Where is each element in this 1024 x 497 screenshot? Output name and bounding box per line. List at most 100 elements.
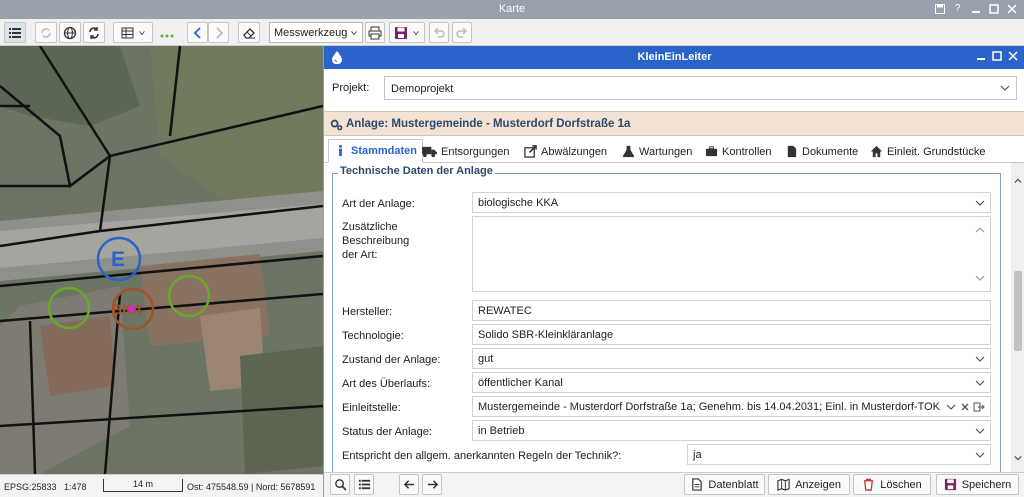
list-button[interactable] (354, 474, 374, 495)
map-canvas[interactable]: E BKA (0, 46, 323, 474)
scroll-down-icon[interactable] (1014, 454, 1022, 462)
save-window-icon[interactable] (933, 2, 946, 15)
chevron-up-icon[interactable] (975, 225, 985, 235)
previous-record-button[interactable] (399, 474, 419, 495)
chevron-down-icon (975, 380, 985, 386)
close-icon[interactable] (1005, 2, 1018, 15)
chevron-down-icon[interactable] (946, 402, 956, 412)
forward-button[interactable] (208, 22, 229, 43)
art-value: biologische KKA (478, 197, 559, 209)
scroll-up-icon[interactable] (1014, 177, 1022, 185)
separator-dots-icon (160, 29, 174, 38)
stammdaten-form: Technische Daten der Anlage Art der Anla… (324, 163, 1011, 472)
panel-title: KleinEinLeiter (637, 51, 712, 63)
maximize-icon[interactable] (987, 2, 1000, 15)
undo-button[interactable] (429, 22, 449, 43)
project-select[interactable]: Demoprojekt (384, 76, 1017, 100)
einleitstelle-select[interactable]: Mustergemeinde - Musterdorf Dorfstraße 1… (472, 396, 991, 417)
epsg-code: EPSG:25833 (4, 482, 57, 492)
aerial-map-image (0, 46, 323, 474)
regeln-select[interactable]: ja (687, 444, 991, 465)
section-title: Technische Daten der Anlage (338, 165, 495, 177)
info-icon (339, 144, 342, 157)
minimize-icon[interactable] (975, 50, 987, 62)
home-icon (870, 145, 883, 158)
list-icon (358, 479, 370, 490)
clear-icon[interactable] (960, 402, 970, 412)
search-button[interactable] (330, 474, 350, 495)
maximize-icon[interactable] (991, 50, 1003, 62)
tab-kontrollen[interactable]: Kontrollen (705, 140, 772, 163)
datenblatt-button[interactable]: Datenblatt (684, 474, 765, 495)
kleineinleiter-panel: KleinEinLeiter Projekt: Demoprojekt Anla… (323, 46, 1024, 497)
trash-icon (864, 478, 874, 491)
refresh-icon (89, 26, 99, 39)
close-icon[interactable] (1007, 50, 1019, 62)
eraser-icon (243, 27, 255, 39)
regeln-label: Entspricht den allgem. anerkannten Regel… (342, 450, 622, 462)
anlage-header: Anlage: Mustergemeinde - Musterdorf Dorf… (324, 111, 1024, 136)
arrow-right-icon (427, 480, 438, 489)
beschreibung-label-2: Beschreibung (342, 235, 410, 247)
globe-button[interactable] (59, 22, 81, 43)
tab-label: Dokumente (802, 145, 859, 158)
measure-tool-select[interactable]: Messwerkzeug (269, 22, 363, 43)
caret-down-icon (138, 30, 145, 35)
document-icon (692, 478, 703, 491)
hersteller-input[interactable]: REWATEC (472, 300, 991, 321)
chevron-down-icon[interactable] (975, 273, 985, 283)
ueberlauf-value: öffentlicher Kanal (478, 377, 563, 389)
map-toolbar: Messwerkzeug (0, 19, 1024, 46)
anlage-title: Anlage: Mustergemeinde - Musterdorf Dorf… (346, 118, 631, 130)
redo-button[interactable] (452, 22, 472, 43)
scrollbar-thumb[interactable] (1014, 271, 1022, 351)
e-marker-label: E (111, 248, 126, 271)
tab-wartungen[interactable]: Wartungen (622, 140, 692, 163)
table-dropdown-button[interactable] (113, 22, 153, 43)
tab-label: Entsorgungen (441, 145, 510, 158)
anzeigen-button[interactable]: Anzeigen (768, 474, 850, 495)
beschreibung-textarea[interactable] (472, 216, 991, 292)
minimize-icon[interactable] (969, 2, 982, 15)
tab-dokumente[interactable]: Dokumente (785, 140, 858, 163)
art-select[interactable]: biologische KKA (472, 192, 991, 213)
next-record-button[interactable] (422, 474, 442, 495)
eraser-button[interactable] (238, 22, 260, 43)
document-icon (787, 145, 797, 158)
speichern-button[interactable]: Speichern (936, 474, 1019, 495)
back-button[interactable] (187, 22, 208, 43)
panel-bottombar: Datenblatt Anzeigen Löschen Speichern (324, 472, 1024, 497)
beschreibung-label-1: Zusätzliche (342, 221, 398, 233)
hersteller-value: REWATEC (478, 305, 532, 317)
ueberlauf-select[interactable]: öffentlicher Kanal (472, 372, 991, 393)
measure-tool-label: Messwerkzeug (274, 26, 348, 39)
save-map-dropdown-button[interactable] (389, 22, 425, 43)
caret-down-icon (351, 31, 357, 36)
chevron-down-icon (975, 356, 985, 362)
open-link-icon[interactable] (973, 401, 985, 413)
technologie-label: Technologie: (342, 330, 404, 342)
redo-icon (456, 26, 468, 38)
tab-stammdaten[interactable]: Stammdaten (328, 139, 424, 163)
zustand-select[interactable]: gut (472, 348, 991, 369)
layer-list-button[interactable] (4, 22, 26, 43)
project-row: Projekt: Demoprojekt (324, 69, 1024, 109)
tab-einleit-grundstuecke[interactable]: Einleit. Grundstücke (870, 140, 985, 163)
status-select[interactable]: in Betrieb (472, 420, 991, 441)
window-title: Karte (498, 3, 526, 15)
project-label: Projekt: (332, 82, 370, 94)
ueberlauf-label: Art des Überlaufs: (342, 378, 431, 390)
form-scrollbar[interactable] (1011, 163, 1024, 472)
loeschen-button[interactable]: Löschen (853, 474, 931, 495)
print-button[interactable] (365, 22, 385, 43)
refresh-button[interactable] (83, 22, 105, 43)
einleitstelle-label: Einleitstelle: (342, 402, 401, 414)
zustand-value: gut (478, 353, 494, 365)
regeln-value: ja (693, 449, 702, 461)
tab-abwaelzungen[interactable]: Abwälzungen (524, 140, 607, 163)
help-icon[interactable]: ? (951, 2, 964, 15)
technologie-input[interactable]: Solido SBR-Kleinkläranlage (472, 324, 991, 345)
status-value: in Betrieb (478, 425, 525, 437)
tab-entsorgungen[interactable]: Entsorgungen (422, 140, 510, 163)
sync-map-button[interactable] (35, 22, 57, 43)
